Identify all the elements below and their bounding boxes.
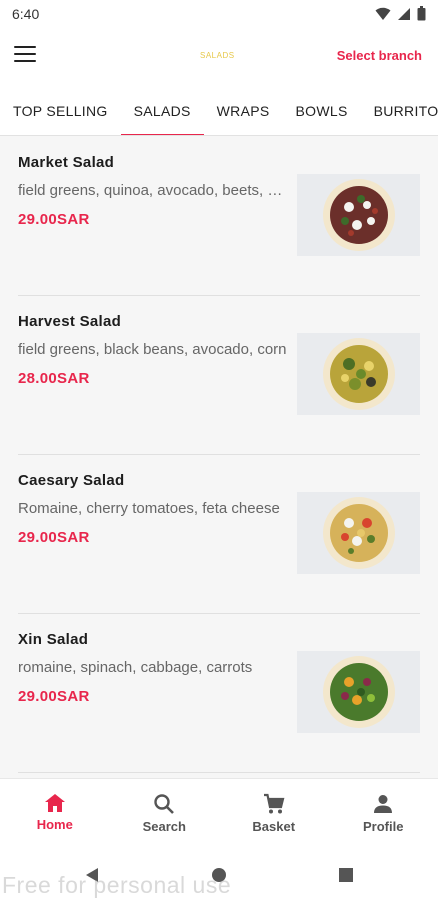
salad-bowl-image[interactable] [297, 333, 420, 415]
salad-bowl-image[interactable] [297, 651, 420, 733]
nav-profile-label: Profile [363, 819, 404, 834]
tab-salads[interactable]: SALADS [120, 86, 204, 135]
salad-bowl-image[interactable] [297, 174, 420, 256]
menu-list: Market Salad field greens, quinoa, avoca… [0, 137, 438, 777]
nav-home[interactable]: Home [0, 779, 110, 850]
item-price: 29.00SAR [18, 688, 90, 705]
nav-profile[interactable]: Profile [329, 779, 438, 850]
brand-logo: SALADS [200, 51, 235, 60]
nav-home-label: Home [36, 817, 73, 832]
signal-icon [398, 7, 410, 20]
item-price: 29.00SAR [18, 211, 90, 228]
nav-basket[interactable]: Basket [219, 779, 329, 850]
recents-square-icon[interactable] [338, 867, 354, 883]
app-bar: SALADS Select branch [0, 28, 438, 86]
item-title: Harvest Salad [18, 313, 122, 330]
tab-top-selling[interactable]: TOP SELLING [0, 86, 121, 135]
battery-icon [417, 6, 426, 21]
nav-search-label: Search [142, 819, 186, 834]
item-price: 28.00SAR [18, 370, 90, 387]
menu-item[interactable]: Market Salad field greens, quinoa, avoca… [18, 137, 420, 296]
watermark-text: Free for personal use [2, 872, 232, 898]
menu-item[interactable]: Harvest Salad field greens, black beans,… [18, 296, 420, 455]
item-title: Xin Salad [18, 631, 89, 648]
category-tabs: TOP SELLING SALADS WRAPS BOWLS BURRITOS [0, 86, 438, 136]
item-description: Romaine, cherry tomatoes, feta cheese [18, 500, 280, 517]
status-time: 6:40 [12, 6, 40, 22]
item-description: romaine, spinach, cabbage, carrots [18, 659, 253, 676]
status-icons [375, 6, 426, 21]
item-description: field greens, quinoa, avocado, beets, go… [18, 182, 290, 199]
item-title: Caesary Salad [18, 472, 125, 489]
tab-wraps[interactable]: WRAPS [204, 86, 283, 135]
status-bar: 6:40 [0, 0, 438, 28]
tab-burritos[interactable]: BURRITOS [361, 86, 438, 135]
bottom-navigation: Home Search Basket Profile [0, 778, 438, 850]
nav-search[interactable]: Search [110, 779, 220, 850]
person-icon [374, 795, 393, 813]
item-title: Market Salad [18, 154, 115, 171]
item-description: field greens, black beans, avocado, corn [18, 341, 287, 358]
wifi-icon [375, 7, 391, 20]
item-price: 29.00SAR [18, 529, 90, 546]
nav-basket-label: Basket [252, 819, 296, 834]
search-icon [154, 794, 175, 814]
salad-bowl-image[interactable] [297, 492, 420, 574]
menu-item[interactable]: Caesary Salad Romaine, cherry tomatoes, … [18, 455, 420, 614]
tab-bowls[interactable]: BOWLS [283, 86, 361, 135]
hamburger-menu-icon[interactable] [14, 46, 36, 64]
menu-item[interactable]: Xin Salad romaine, spinach, cabbage, car… [18, 614, 420, 773]
cart-icon [263, 793, 285, 814]
home-icon [44, 794, 65, 812]
select-branch-button[interactable]: Select branch [337, 48, 422, 63]
